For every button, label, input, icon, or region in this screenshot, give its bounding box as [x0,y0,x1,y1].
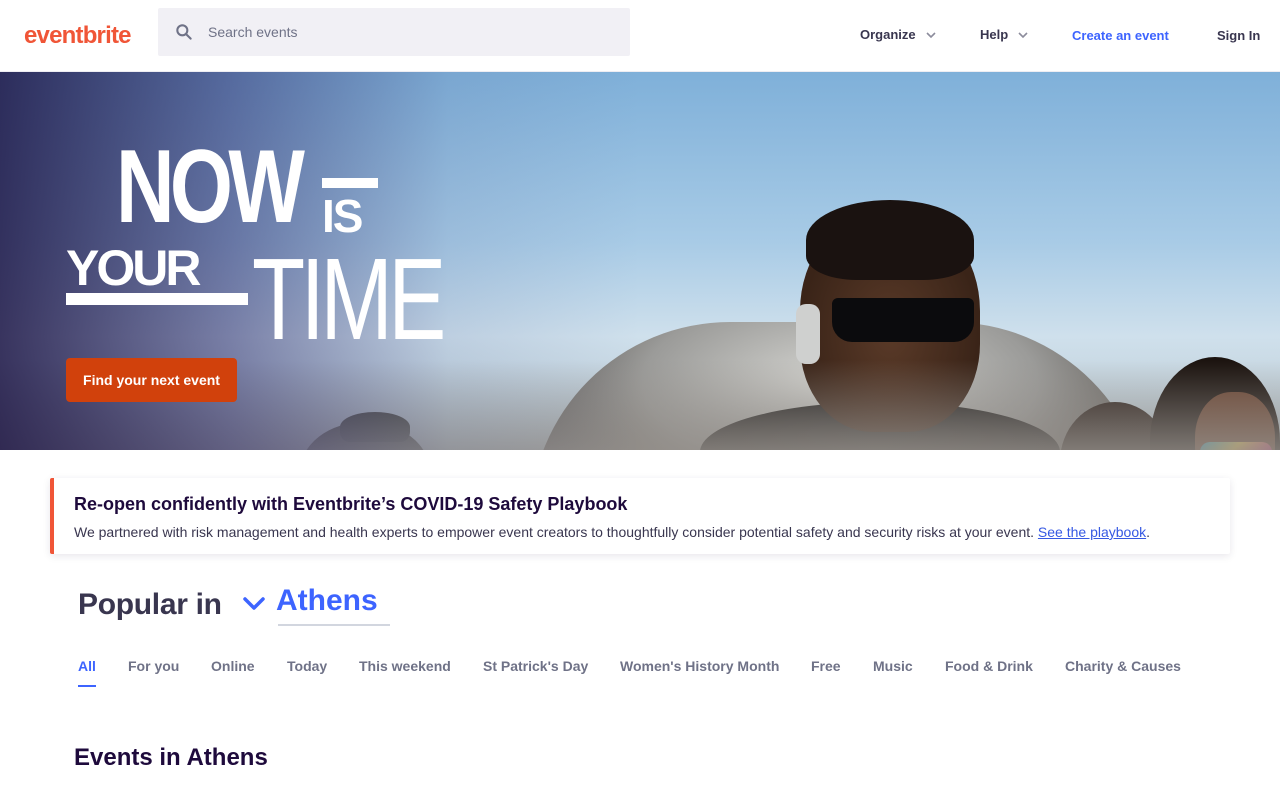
tab-today[interactable]: Today [287,658,327,674]
tab-all[interactable]: All [78,658,96,674]
hero-headline-bar [66,293,248,305]
tab-music[interactable]: Music [873,658,913,674]
tab-charity-causes[interactable]: Charity & Causes [1065,658,1181,674]
nav-help-label: Help [980,27,1009,42]
tab-this-weekend[interactable]: This weekend [359,658,451,674]
chevron-down-icon[interactable] [240,592,268,616]
hero-headline: NOW IS YOUR TIME [66,129,456,364]
covid-safety-banner: Re-open confidently with Eventbrite’s CO… [50,478,1230,554]
nav-organize[interactable]: Organize [860,27,936,42]
hero-headline-is: IS [322,190,363,242]
search-icon [176,24,192,40]
find-next-event-button[interactable]: Find your next event [66,358,237,402]
tab-st-patricks-day[interactable]: St Patrick's Day [483,658,588,674]
nav-help[interactable]: Help [980,27,1028,42]
active-tab-indicator [78,685,96,687]
banner-suffix: . [1146,524,1151,540]
popular-in-label: Popular in [78,588,222,621]
events-section-title: Events in Athens [74,744,268,771]
city-selector[interactable]: Athens [276,584,378,618]
chevron-down-icon [926,31,936,38]
search-bar[interactable] [158,8,630,56]
city-selector-underline [278,624,390,626]
see-playbook-link[interactable]: See the playbook [1038,524,1146,540]
banner-heading: Re-open confidently with Eventbrite’s CO… [74,494,628,514]
chevron-down-icon [1018,31,1028,38]
tab-free[interactable]: Free [811,658,841,674]
tab-online[interactable]: Online [211,658,255,674]
hero-headline-your: YOUR [66,240,201,296]
sign-in-link[interactable]: Sign In [1217,28,1260,43]
search-input[interactable] [208,8,618,56]
hero-headline-now: NOW [116,129,305,245]
banner-body: We partnered with risk management and he… [74,524,1038,540]
tab-food-drink[interactable]: Food & Drink [945,658,1033,674]
nav-organize-label: Organize [860,27,916,42]
tab-for-you[interactable]: For you [128,658,179,674]
hero-headline-bar [322,178,378,188]
tab-womens-history-month[interactable]: Women's History Month [620,658,779,674]
banner-text: We partnered with risk management and he… [74,524,1150,540]
eventbrite-logo[interactable]: eventbrite [24,22,132,50]
create-event-link[interactable]: Create an event [1072,28,1169,43]
top-header: eventbrite Organize Help Create an event… [0,0,1280,72]
hero-headline-time: TIME [252,234,446,364]
